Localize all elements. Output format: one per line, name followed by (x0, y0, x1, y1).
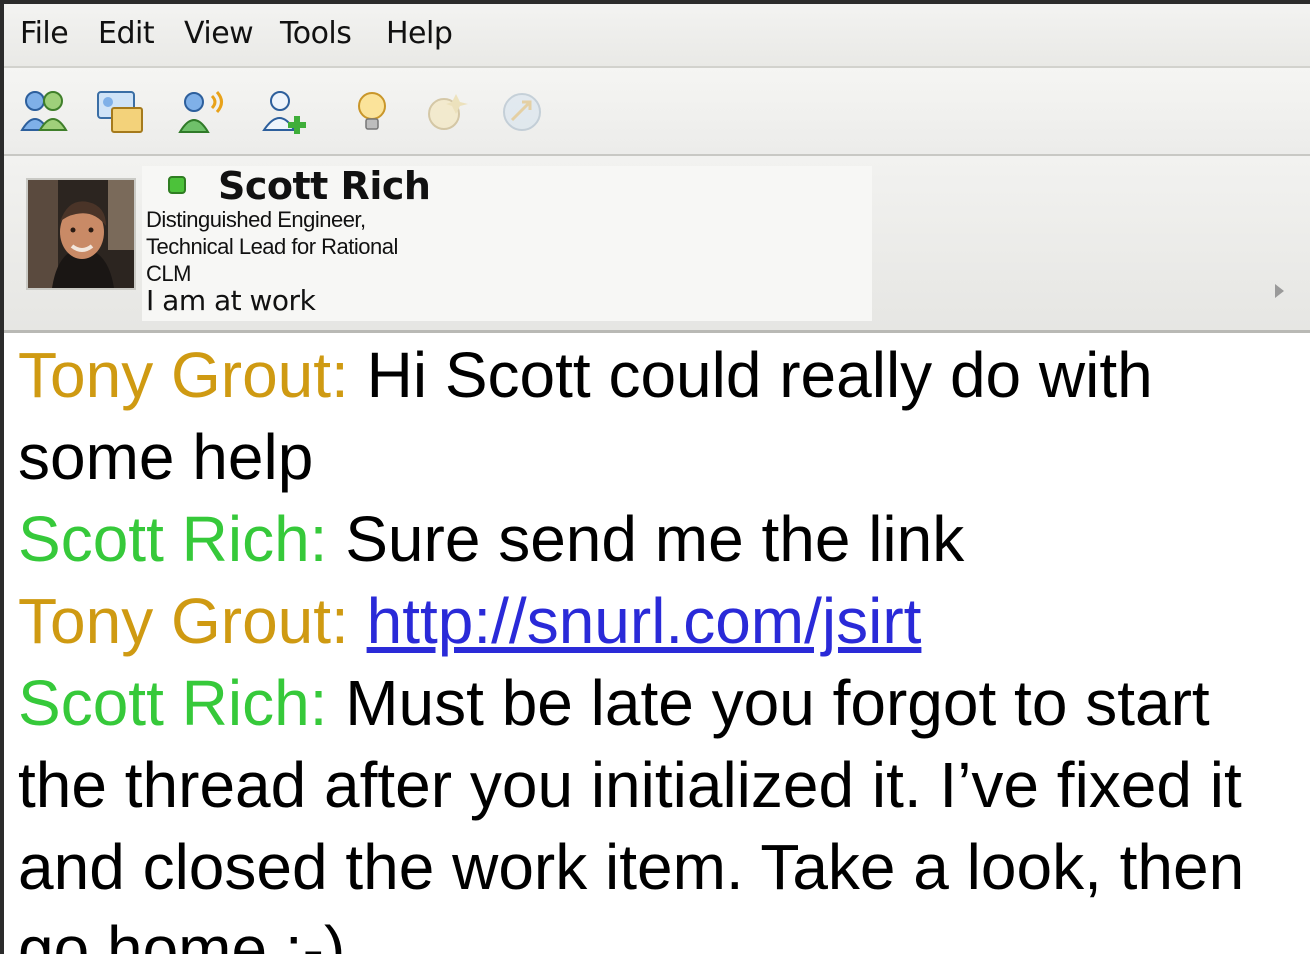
presence-status-icon (168, 176, 186, 194)
contact-status-message: I am at work (146, 284, 316, 317)
emoticon-icon[interactable] (418, 86, 474, 138)
chat-message: Tony Grout: Hi Scott could really do wit… (18, 334, 1310, 498)
menu-bar: File Edit View Tools Help (4, 4, 1310, 68)
menu-view[interactable]: View (184, 16, 254, 51)
contact-title: Distinguished Engineer, Technical Lead f… (146, 207, 398, 286)
message-text: Sure send me the link (345, 503, 965, 575)
chat-window: File Edit View Tools Help Scott Rich Dis… (0, 0, 1310, 954)
message-sender: Tony Grout: (18, 339, 349, 411)
chat-transcript: Tony Grout: Hi Scott could really do wit… (18, 334, 1310, 954)
menu-file[interactable]: File (20, 16, 69, 51)
send-file-icon[interactable] (494, 86, 550, 138)
chat-message: Scott Rich: Must be late you forgot to s… (18, 662, 1310, 954)
menu-tools[interactable]: Tools (280, 16, 352, 51)
idea-icon[interactable] (344, 86, 400, 138)
add-contact-icon[interactable] (258, 86, 314, 138)
call-icon[interactable] (174, 86, 230, 138)
toolbar (4, 68, 1310, 156)
contact-header: Scott Rich Distinguished Engineer, Techn… (4, 156, 1310, 333)
avatar (26, 178, 136, 290)
message-sender: Tony Grout: (18, 585, 349, 657)
message-link[interactable]: http://snurl.com/jsirt (367, 585, 922, 657)
chat-message: Tony Grout: http://snurl.com/jsirt (18, 580, 1310, 662)
chat-message: Scott Rich: Sure send me the link (18, 498, 1310, 580)
message-sender: Scott Rich: (18, 503, 328, 575)
contact-name: Scott Rich (218, 164, 431, 208)
message-sender: Scott Rich: (18, 667, 328, 739)
menu-help[interactable]: Help (386, 16, 453, 51)
meeting-icon[interactable] (92, 86, 148, 138)
menu-edit[interactable]: Edit (98, 16, 155, 51)
scroll-right-arrow-icon[interactable] (1275, 284, 1284, 298)
contacts-icon[interactable] (16, 86, 72, 138)
